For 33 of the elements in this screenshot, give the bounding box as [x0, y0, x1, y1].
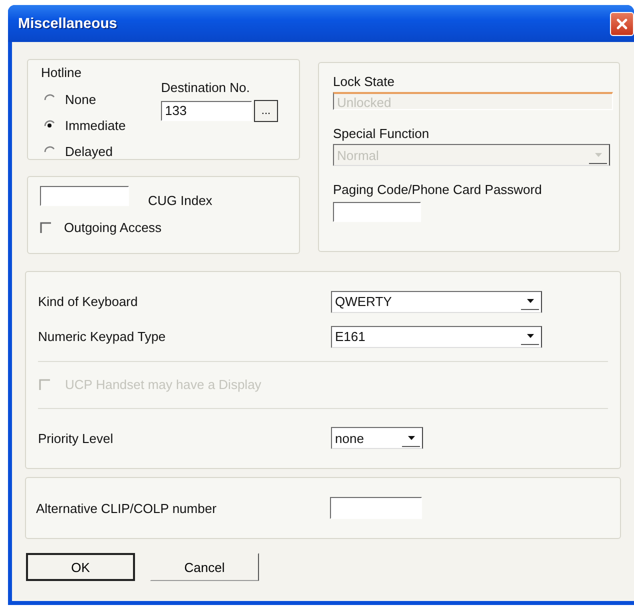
dropdown[interactable]: QWERTY: [331, 290, 542, 313]
dialog-button[interactable]: Cancel: [150, 553, 259, 581]
field-label: Numeric Keypad Type: [38, 329, 167, 344]
radio-label: None: [65, 92, 96, 106]
caret-icon: [526, 299, 534, 304]
dropdown[interactable]: none: [331, 427, 423, 450]
field-label: Lock State: [333, 74, 396, 89]
caret-icon: [408, 436, 414, 440]
close-icon: [616, 18, 628, 30]
browse-button[interactable]: ...: [254, 100, 278, 122]
group-label: Hotline: [41, 65, 82, 80]
field-label: CUG Index: [148, 193, 212, 208]
field-label: Special Function: [333, 126, 430, 141]
checkbox-label: Outgoing Access: [64, 220, 162, 235]
input-field[interactable]: [330, 497, 422, 519]
field-label: Priority Level: [38, 430, 114, 446]
window-title: Miscellaneous: [18, 16, 118, 32]
dialog-button[interactable]: OK: [26, 553, 135, 581]
radio-label: Delayed: [65, 144, 113, 158]
checkbox[interactable]: [40, 222, 52, 234]
field-label: Alternative CLIP/COLP number: [36, 500, 218, 516]
field-label: Destination No.: [161, 80, 251, 95]
radio-label: Immediate: [65, 118, 126, 132]
caret-icon: [526, 334, 534, 338]
radio-button[interactable]: [44, 120, 55, 130]
field-label: Paging Code/Phone Card Password: [333, 182, 543, 197]
field-label: Kind of Keyboard: [38, 294, 139, 310]
input-field[interactable]: [40, 186, 129, 206]
caret-icon: [594, 152, 602, 156]
dropdown[interactable]: E161: [331, 326, 542, 348]
input-field[interactable]: [333, 202, 421, 222]
close-button[interactable]: [610, 12, 634, 36]
input-field[interactable]: 133: [161, 101, 252, 121]
